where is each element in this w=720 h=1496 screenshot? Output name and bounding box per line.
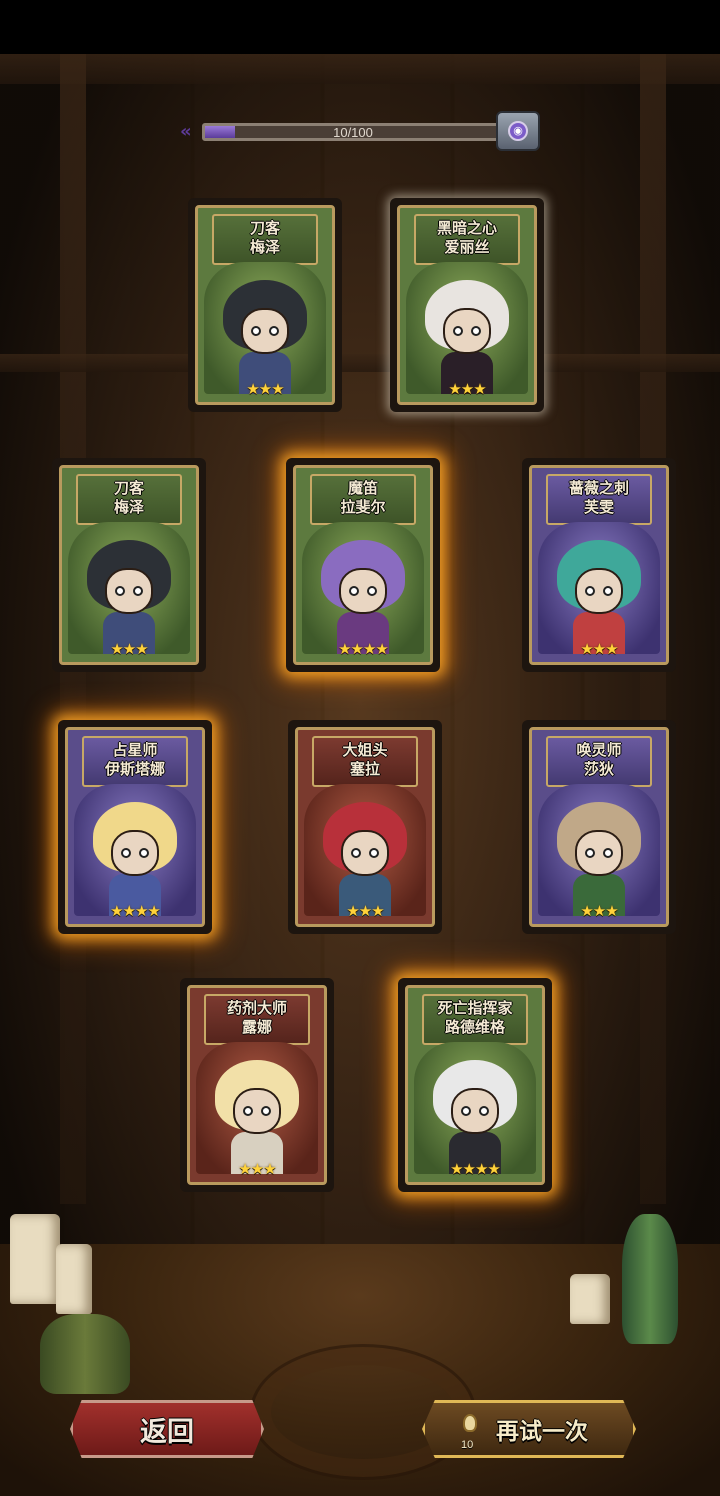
hero-card[interactable]: 唤灵师 莎狄 ★★★: [522, 720, 676, 934]
hero-figure: [217, 280, 313, 394]
hero-figure: [81, 540, 177, 654]
card-frame: 刀客 梅泽 ★★★: [59, 465, 199, 665]
star-rating: ★★★: [238, 1160, 276, 1178]
hero-name: 爱丽丝: [444, 238, 490, 256]
hero-portrait: [538, 784, 660, 916]
hero-name: 伊斯塔娜: [104, 760, 165, 778]
star-rating: ★★★: [346, 902, 384, 920]
card-banner: 大姐头 塞拉: [312, 736, 418, 787]
star-rating: ★★★★: [110, 902, 161, 920]
hero-portrait: [406, 262, 528, 394]
hero-name: 路德维格: [444, 1018, 505, 1036]
hero-title: 唤灵师: [576, 741, 622, 759]
progress-track: 10/100: [202, 123, 504, 141]
star-rating: ★★★: [110, 640, 148, 658]
double-chevron-left-icon: «: [180, 121, 192, 142]
hero-portrait: [414, 1042, 536, 1174]
hero-name: 拉斐尔: [340, 498, 386, 516]
status-bar: [0, 0, 720, 54]
card-banner: 唤灵师 莎狄: [546, 736, 652, 787]
hero-title: 药剂大师: [226, 999, 287, 1017]
star-rating: ★★★★: [450, 1160, 501, 1178]
hero-card[interactable]: 刀客 梅泽 ★★★: [188, 198, 342, 412]
hero-title: 刀客: [249, 219, 280, 237]
card-banner: 魔笛 拉斐尔: [310, 474, 416, 525]
star-rating: ★★★: [246, 380, 284, 398]
card-frame: 占星师 伊斯塔娜 ★★★★: [65, 727, 205, 927]
hero-portrait: [204, 262, 326, 394]
hero-portrait: [74, 784, 196, 916]
star-rating: ★★★: [448, 380, 486, 398]
hero-title: 大姐头: [342, 741, 388, 759]
star-rating: ★★★: [580, 902, 618, 920]
card-banner: 蔷薇之刺 芙雯: [546, 474, 652, 525]
hero-figure: [209, 1060, 305, 1174]
hero-portrait: [538, 522, 660, 654]
hero-figure: [419, 280, 515, 394]
hero-name: 露娜: [241, 1018, 272, 1036]
hero-figure: [427, 1060, 523, 1174]
card-frame: 黑暗之心 爱丽丝 ★★★: [397, 205, 537, 405]
hero-figure: [315, 540, 411, 654]
card-banner: 占星师 伊斯塔娜: [82, 736, 188, 787]
card-frame: 刀客 梅泽 ★★★: [195, 205, 335, 405]
hero-name: 芙雯: [583, 498, 614, 516]
hero-title: 魔笛: [347, 479, 378, 497]
card-banner: 药剂大师 露娜: [204, 994, 310, 1045]
hero-title: 死亡指挥家: [437, 999, 513, 1017]
card-banner: 黑暗之心 爱丽丝: [414, 214, 520, 265]
retry-button[interactable]: 10 再试一次: [422, 1400, 636, 1458]
hero-portrait: [196, 1042, 318, 1174]
card-frame: 蔷薇之刺 芙雯 ★★★: [529, 465, 669, 665]
card-frame: 死亡指挥家 路德维格 ★★★★: [405, 985, 545, 1185]
hero-title: 刀客: [113, 479, 144, 497]
hero-card[interactable]: 蔷薇之刺 芙雯 ★★★: [522, 458, 676, 672]
hero-title: 占星师: [112, 741, 158, 759]
hero-card[interactable]: 占星师 伊斯塔娜 ★★★★: [58, 720, 212, 934]
hero-name: 梅泽: [249, 238, 280, 256]
progress-text: 10/100: [333, 125, 373, 140]
hero-card[interactable]: 黑暗之心 爱丽丝 ★★★: [390, 198, 544, 412]
hero-figure: [317, 802, 413, 916]
hero-portrait: [302, 522, 424, 654]
card-frame: 药剂大师 露娜 ★★★: [187, 985, 327, 1185]
card-frame: 唤灵师 莎狄 ★★★: [529, 727, 669, 927]
card-frame: 大姐头 塞拉 ★★★: [295, 727, 435, 927]
hero-card[interactable]: 死亡指挥家 路德维格 ★★★★: [398, 978, 552, 1192]
lightbulb-icon: [455, 1412, 485, 1442]
retry-cost: 10: [461, 1439, 474, 1451]
card-banner: 死亡指挥家 路德维格: [422, 994, 528, 1045]
hero-figure: [551, 802, 647, 916]
back-button-label: 返回: [140, 1416, 194, 1448]
star-rating: ★★★: [580, 640, 618, 658]
hero-title: 蔷薇之刺: [568, 479, 629, 497]
hero-name: 莎狄: [583, 760, 614, 778]
chest-emblem-icon: ◉: [508, 121, 528, 141]
hero-card[interactable]: 大姐头 塞拉 ★★★: [288, 720, 442, 934]
hero-figure: [87, 802, 183, 916]
hero-card[interactable]: 魔笛 拉斐尔 ★★★★: [286, 458, 440, 672]
hero-figure: [551, 540, 647, 654]
hero-name: 塞拉: [349, 760, 380, 778]
hero-title: 黑暗之心: [436, 219, 497, 237]
hero-portrait: [68, 522, 190, 654]
card-banner: 刀客 梅泽: [76, 474, 182, 525]
hero-portrait: [304, 784, 426, 916]
summon-progress-bar: « 10/100 ◉: [180, 111, 540, 151]
hero-name: 梅泽: [113, 498, 144, 516]
hero-card[interactable]: 药剂大师 露娜 ★★★: [180, 978, 334, 1192]
card-banner: 刀客 梅泽: [212, 214, 318, 265]
retry-button-label: 再试一次: [496, 1419, 588, 1445]
hero-card[interactable]: 刀客 梅泽 ★★★: [52, 458, 206, 672]
card-frame: 魔笛 拉斐尔 ★★★★: [293, 465, 433, 665]
back-button[interactable]: 返回: [70, 1400, 264, 1458]
star-rating: ★★★★: [338, 640, 389, 658]
purple-chest-icon[interactable]: ◉: [496, 111, 540, 151]
